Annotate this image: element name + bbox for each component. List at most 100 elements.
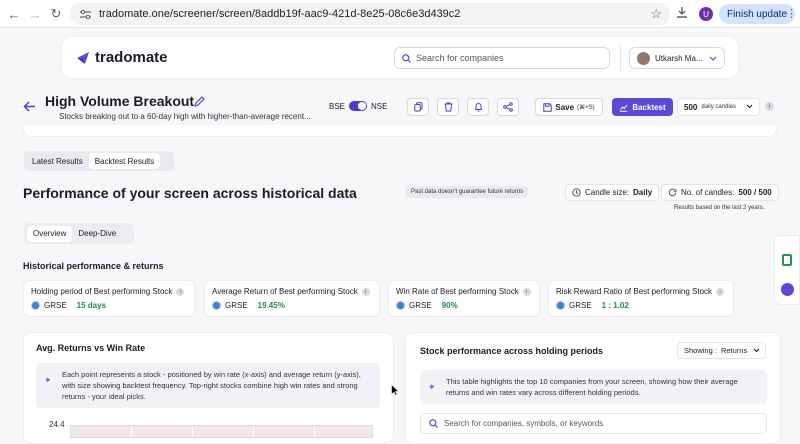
more-menu-icon[interactable]: ⋮ [786,7,797,20]
user-avatar [637,51,650,65]
back-arrow-icon[interactable] [23,99,36,117]
tab-latest-results[interactable]: Latest Results [26,153,89,169]
stock-logo-icon [31,301,40,310]
finish-update-button[interactable]: Finish update [719,4,795,24]
exchange-toggle: BSE NSE [329,101,387,111]
kpi-symbol[interactable]: GRSE [569,301,592,310]
tab-overview[interactable]: Overview [27,225,73,242]
tab-deep-dive[interactable]: Deep-Dive [72,226,122,242]
backtest-button[interactable]: Backtest [612,98,673,116]
performance-title: Performance of your screen across histor… [23,185,357,201]
download-icon[interactable] [676,6,688,24]
exchange-switch[interactable] [349,101,368,111]
bell-icon [474,103,482,112]
screen-subtitle: Stocks breaking out to a 60-day high wit… [59,112,311,121]
results-period-note: Results based on the last 2 years. [674,205,765,211]
address-bar[interactable]: tradomate.one/screener/screen/8addb19f-a… [70,3,670,25]
disclaimer-badge: Past data doesn't guarantee future retur… [406,186,529,198]
save-icon [543,102,553,112]
exchange-nse-label: NSE [371,101,388,111]
chevron-down-icon [753,346,760,355]
user-menu[interactable]: Utkarsh Ma... [629,47,725,69]
sparkle-icon: ✦ [44,375,52,385]
kpi-label: Risk Reward Ratio of Best performing Sto… [556,287,713,296]
trash-icon [444,102,452,112]
chart-icon [620,104,628,112]
stock-logo-icon [556,301,565,310]
showing-select[interactable]: Showing : Returns [677,342,766,359]
bookmark-star-icon[interactable]: ☆ [650,6,662,22]
search-icon [429,419,438,428]
refresh-icon [668,188,677,197]
info-icon[interactable]: i [716,287,725,296]
info-icon[interactable]: i [522,287,531,296]
edit-pencil-icon[interactable] [194,94,205,112]
candles-select[interactable]: 500 daily candles [677,98,760,116]
browser-toolbar: ← → ↻ tradomate.one/screener/screen/8add… [0,0,800,28]
kpi-value: 19.45% [257,301,285,310]
results-tabs: Latest Results Backtest Results [24,151,174,171]
stock-logo-icon [396,301,405,310]
view-tabs: Overview Deep-Dive [24,223,134,244]
share-button[interactable] [497,98,519,116]
save-label: Save [555,102,575,112]
y-axis-tick: 24.4 [49,420,65,429]
reload-icon[interactable]: ↻ [48,6,64,22]
candles-count: 500 [684,102,698,112]
kpi-risk-reward: Risk Reward Ratio of Best performing Sto… [548,280,734,317]
backtest-label: Backtest [632,102,666,112]
share-icon [503,102,513,112]
kpi-label: Average Return of Best performing Stock [212,287,358,296]
kpi-symbol[interactable]: GRSE [225,301,248,310]
info-icon[interactable]: i [176,287,185,296]
kpi-average-return: Average Return of Best performing Stock i… [204,280,380,317]
info-icon[interactable]: i [361,287,370,296]
kpi-value: 90% [441,301,458,310]
alert-button[interactable] [467,98,489,116]
delete-button[interactable] [437,98,459,116]
tab-backtest-results[interactable]: Backtest Results [88,153,161,169]
save-shortcut: (⌘+S) [577,104,595,111]
table-search-input[interactable]: Search for companies, symbols, or keywor… [420,413,767,434]
kpi-symbol[interactable]: GRSE [409,301,432,310]
chevron-down-icon [746,104,753,111]
info-icon[interactable]: i [765,102,774,111]
tradomate-logo-icon [77,51,89,64]
copy-button[interactable] [407,98,429,116]
profile-avatar[interactable]: U [699,7,713,21]
phone-icon[interactable] [782,254,792,266]
whatsapp-icon[interactable] [781,283,794,296]
forward-arrow-icon[interactable]: → [27,6,43,22]
back-arrow-icon[interactable]: ← [6,6,22,22]
user-name: Utkarsh Ma... [655,53,703,63]
scatter-card-note: ✦ Each point represents a stock - positi… [36,363,380,408]
exchange-bse-label: BSE [329,101,346,111]
kpi-value: 15 days [76,301,107,310]
chevron-down-icon [709,54,717,63]
historical-heading: Historical performance & returns [23,261,164,271]
kpi-holding-period: Holding period of Best performing Stock i… [23,280,195,317]
candle-count-chip: No. of candles: 500 / 500 [661,184,779,201]
candle-count-value: 500 / 500 [738,188,772,197]
table-card-title: Stock performance across holding periods [420,346,604,356]
screen-title: High Volume Breakout [45,93,195,109]
kpi-symbol[interactable]: GRSE [44,301,67,310]
company-search-input[interactable]: Search for companies [394,47,610,69]
candle-count-label: No. of candles: [681,188,735,197]
save-button[interactable]: Save (⌘+S) [535,98,603,116]
brand-logo[interactable]: tradomate [76,49,168,66]
sparkle-icon: ✦ [428,382,436,392]
site-settings-icon[interactable] [79,8,91,20]
table-note-text: This table highlights the top 10 compani… [446,377,738,397]
kpi-label: Holding period of Best performing Stock [31,287,173,296]
table-search-placeholder: Search for companies, symbols, or keywor… [444,419,604,428]
table-card-note: ✦ This table highlights the top 10 compa… [420,370,767,404]
candle-size-value: Daily [633,188,653,197]
scatter-plot-area [70,425,373,438]
app-header: tradomate Search for companies Utkarsh M… [62,37,738,78]
scatter-note-text: Each point represents a stock - position… [62,370,361,401]
copy-icon [413,102,422,112]
candles-unit: daily candles [701,104,737,110]
kpi-value: 1 : 1.02 [601,301,629,310]
kpi-win-rate: Win Rate of Best performing Stock i GRSE 9… [388,280,540,317]
